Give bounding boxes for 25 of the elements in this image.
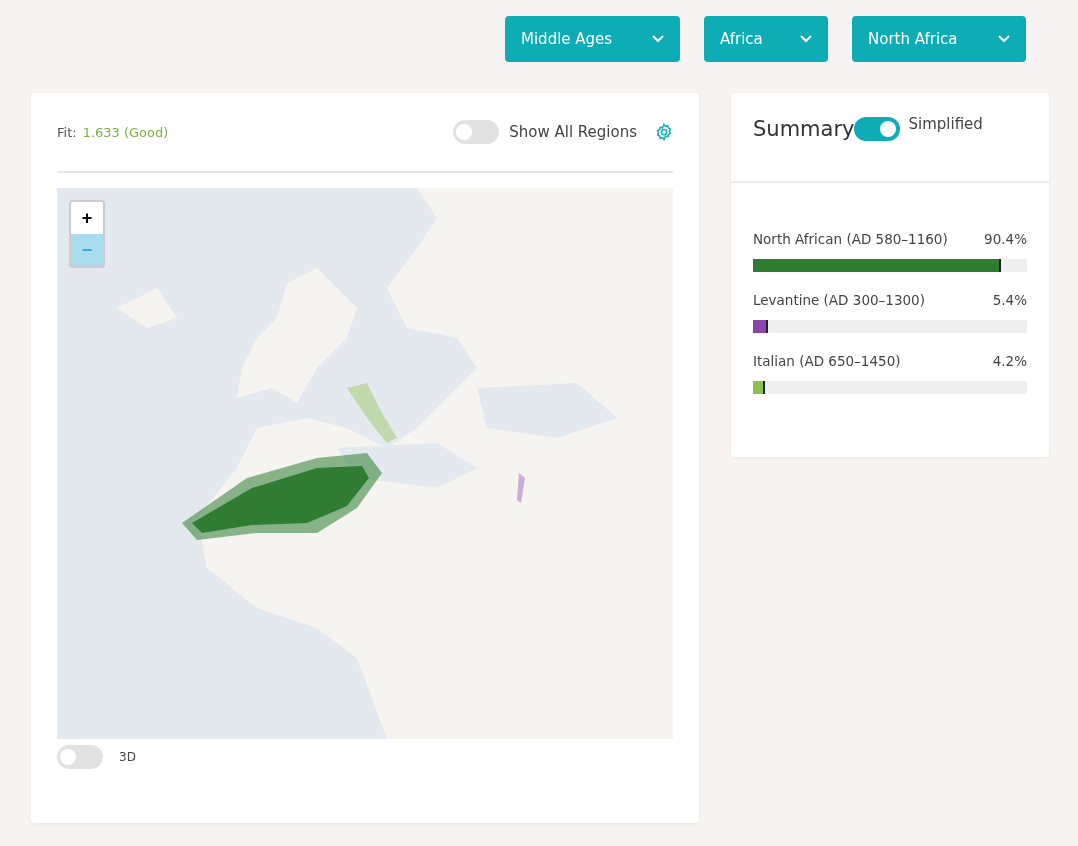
dropdown[interactable]: North Africa (852, 16, 1026, 62)
ancestry-label: North African (AD 580–1160) (753, 231, 948, 247)
3d-label: 3D (119, 750, 136, 764)
summary-title: Summary (753, 117, 855, 141)
toggle-switch[interactable] (453, 120, 500, 144)
dropdown[interactable]: Middle Ages (505, 16, 680, 62)
ancestry-percent: 4.2% (992, 353, 1027, 369)
toggle-switch[interactable] (57, 745, 103, 769)
show-all-regions-label: Show All Regions (509, 123, 637, 141)
zoom-out-button[interactable]: − (71, 234, 103, 266)
map-drawing[interactable] (57, 188, 673, 739)
fit-value: 1.633 (Good) (82, 124, 169, 140)
ancestry-label: Levantine (AD 300–1300) (753, 292, 925, 308)
chevron-down-icon (800, 35, 812, 43)
settings-icon[interactable] (655, 123, 673, 141)
zoom-in-button[interactable]: + (71, 202, 103, 234)
fit-label: Fit: (57, 124, 77, 140)
ancestry-percent: 5.4% (992, 292, 1027, 308)
simplified-label: Simplified (908, 115, 983, 133)
chevron-down-icon (652, 35, 664, 43)
ancestry-label: Italian (AD 650–1450) (753, 353, 901, 369)
ancestry-percent: 90.4% (984, 231, 1027, 247)
dropdown[interactable]: Africa (704, 16, 828, 62)
toggle-switch[interactable] (854, 117, 901, 141)
chevron-down-icon (998, 35, 1010, 43)
